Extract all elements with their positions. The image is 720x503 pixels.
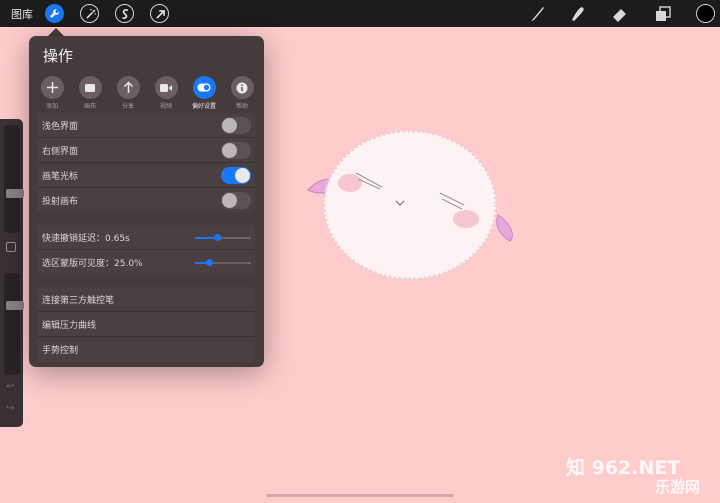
left-sidebar: ↩ ↪ [0, 119, 24, 427]
light-interface-row: 浅色界面 [37, 113, 255, 138]
canvas-icon [78, 76, 102, 99]
tab-canvas[interactable]: 画布 [77, 76, 103, 110]
top-toolbar: 图库 [0, 0, 720, 27]
selection-mask-visibility-thumb[interactable] [205, 259, 213, 266]
panel-title: 操作 [43, 47, 74, 65]
eraser-icon[interactable] [610, 4, 630, 24]
right-ear [496, 214, 513, 242]
tab-help[interactable]: 帮助 [229, 76, 255, 110]
undo-icon[interactable]: ↩ [6, 381, 14, 392]
links-group: 连接第三方触控笔 编辑压力曲线 手势控制 [37, 287, 255, 362]
site-watermark-sub: 乐游网 [655, 478, 701, 496]
slider-settings-group: 快速撤销延迟：0.65s 选区蒙版可见度：25.0% [37, 225, 255, 275]
color-picker-button[interactable] [696, 4, 715, 23]
wrench-icon[interactable] [45, 4, 64, 23]
magic-wand-icon[interactable] [80, 4, 99, 23]
quick-undo-delay-thumb[interactable] [213, 234, 221, 241]
video-icon [154, 76, 178, 99]
transform-arrow-icon[interactable] [150, 4, 169, 23]
toggle-settings-group: 浅色界面 右侧界面 画笔光标 投射画布 [37, 113, 255, 213]
tab-add[interactable]: 添加 [39, 76, 65, 110]
quick-undo-delay-slider[interactable] [195, 234, 251, 241]
eyedropper-square-button[interactable] [6, 242, 16, 252]
project-canvas-row: 投射画布 [37, 188, 255, 213]
connect-stylus-link[interactable]: 连接第三方触控笔 [37, 287, 255, 312]
brush-cursor-row: 画笔光标 [37, 163, 255, 188]
plus-icon [40, 76, 64, 99]
selection-icon[interactable] [115, 4, 134, 23]
info-icon [230, 76, 254, 99]
light-interface-toggle[interactable] [221, 117, 251, 134]
tab-video[interactable]: 视频 [153, 76, 179, 110]
selection-mask-visibility-row: 选区蒙版可见度：25.0% [37, 250, 255, 275]
gesture-controls-link[interactable]: 手势控制 [37, 337, 255, 362]
brush-size-thumb[interactable] [6, 189, 24, 199]
tab-preferences[interactable]: 偏好设置 [191, 76, 217, 110]
tab-share[interactable]: 分享 [115, 76, 141, 110]
brush-icon[interactable] [527, 4, 547, 24]
selection-mask-visibility-slider[interactable] [195, 259, 251, 266]
right-hand-interface-row: 右侧界面 [37, 138, 255, 163]
opacity-slider[interactable] [4, 273, 24, 375]
canvas-artwork [307, 129, 513, 281]
home-indicator [266, 494, 454, 497]
left-cheek [338, 174, 362, 192]
right-cheek [453, 210, 479, 228]
brush-size-slider[interactable] [4, 125, 24, 233]
opacity-thumb[interactable] [6, 300, 24, 310]
brush-cursor-toggle[interactable] [221, 167, 251, 184]
actions-tabs: 添加 画布 分享 视频 偏好设置 帮助 [39, 76, 254, 110]
layers-icon[interactable] [653, 4, 673, 24]
project-canvas-toggle[interactable] [221, 192, 251, 209]
toggle-icon [192, 76, 216, 99]
redo-icon[interactable]: ↪ [6, 403, 14, 414]
smudge-icon[interactable] [568, 4, 588, 24]
gallery-button[interactable]: 图库 [11, 6, 33, 22]
right-hand-interface-toggle[interactable] [221, 142, 251, 159]
edit-pressure-curve-link[interactable]: 编辑压力曲线 [37, 312, 255, 337]
quick-undo-delay-row: 快速撤销延迟：0.65s [37, 225, 255, 250]
share-icon [116, 76, 140, 99]
actions-panel: 操作 添加 画布 分享 视频 偏好设置 帮助 浅色界面 右侧界面 画笔光标 投射… [29, 36, 264, 367]
